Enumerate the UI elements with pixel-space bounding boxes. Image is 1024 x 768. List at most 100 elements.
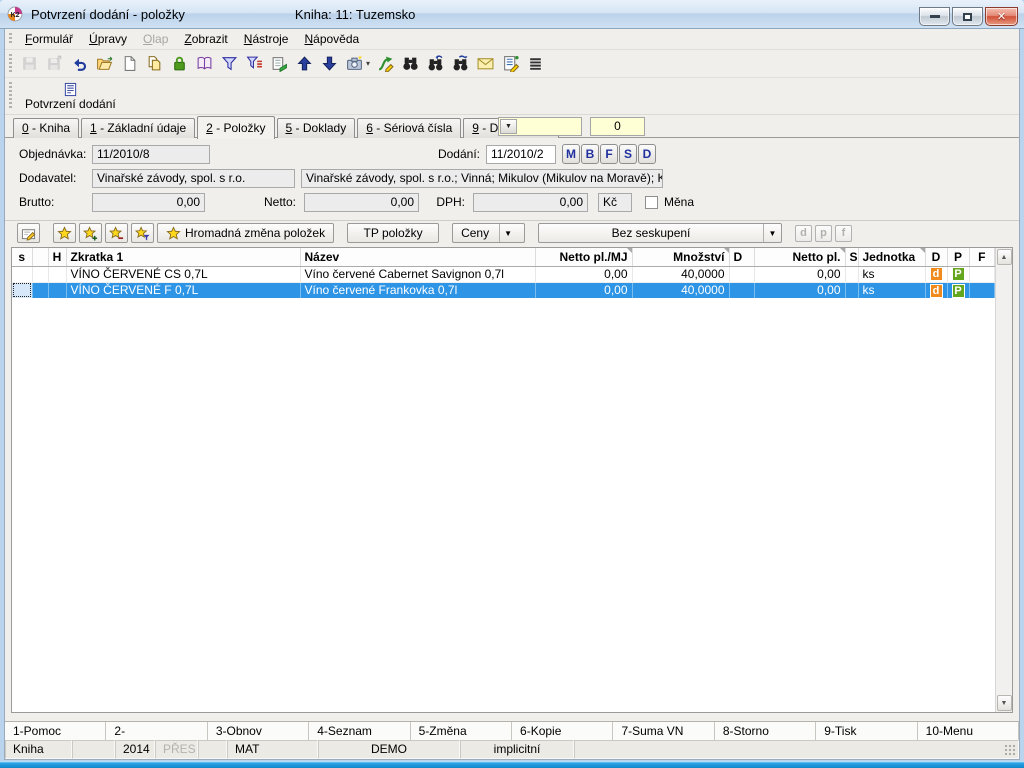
column-header-s[interactable]: s — [12, 248, 32, 266]
fnkey-5-zm-na[interactable]: 5-Změna — [411, 722, 512, 740]
cell-zkratka[interactable]: VÍNO ČERVENÉ CS 0,7L — [66, 266, 300, 282]
fnkey-2[interactable]: 2- — [106, 722, 207, 740]
cell-s2[interactable] — [845, 282, 858, 298]
mini-button-d[interactable]: d — [795, 225, 812, 242]
cell-nazev[interactable]: Víno červené Cabernet Savignon 0,7l — [300, 266, 535, 282]
mini-button-f[interactable]: f — [835, 225, 852, 242]
column-header-mno-stv[interactable]: Množství — [632, 248, 729, 266]
column-header-netto-pl-mj[interactable]: Netto pl./MJ — [535, 248, 632, 266]
menu-item-n-stroje[interactable]: Nástroje — [236, 30, 297, 48]
favorite-filter-button[interactable] — [131, 223, 154, 243]
edit-items-button[interactable] — [17, 223, 40, 243]
cell-nazev[interactable]: Víno červené Frankovka 0,7l — [300, 282, 535, 298]
flag-button-s[interactable]: S — [619, 144, 637, 164]
new-document-icon[interactable] — [117, 52, 141, 75]
fnkey-7-suma-vn[interactable]: 7-Suma VN — [613, 722, 714, 740]
close-button[interactable]: ✕ — [985, 7, 1018, 26]
fnkey-3-obnov[interactable]: 3-Obnov — [208, 722, 309, 740]
column-header-jednotka[interactable]: Jednotka — [858, 248, 925, 266]
cell-p[interactable]: P — [947, 282, 969, 298]
column-header-s[interactable]: S — [845, 248, 858, 266]
notes-icon[interactable] — [498, 52, 522, 75]
fnkey-6-kopie[interactable]: 6-Kopie — [512, 722, 613, 740]
resize-grip-icon[interactable] — [1005, 745, 1016, 756]
book-icon[interactable] — [192, 52, 216, 75]
minimize-button[interactable] — [919, 7, 950, 26]
counter-field[interactable]: 0 — [590, 117, 645, 136]
column-header-n-zev[interactable]: Název — [300, 248, 535, 266]
dph-field[interactable]: 0,00 — [473, 193, 588, 212]
cell-netto[interactable]: 0,00 — [754, 282, 845, 298]
menu-item-n-pov-da[interactable]: Nápověda — [296, 30, 367, 48]
tab-6-s-riov-sla[interactable]: 6 - Sériová čísla — [357, 118, 461, 138]
lock-icon[interactable] — [167, 52, 191, 75]
find-icon[interactable] — [398, 52, 422, 75]
menu-item-zobrazit[interactable]: Zobrazit — [176, 30, 235, 48]
cell-s2[interactable] — [845, 266, 858, 282]
flag-button-m[interactable]: M — [562, 144, 580, 164]
cell-f[interactable] — [969, 282, 995, 298]
cell-s[interactable] — [12, 266, 32, 282]
cell-p[interactable]: P — [947, 266, 969, 282]
cell-d1[interactable] — [729, 266, 754, 282]
flag-button-d[interactable]: D — [638, 144, 656, 164]
chevron-down-icon[interactable]: ▼ — [499, 224, 516, 242]
menu-list-icon[interactable] — [523, 52, 547, 75]
tab-5-doklady[interactable]: 5 - Doklady — [277, 118, 356, 138]
tp-polozky-button[interactable]: TP položky — [347, 223, 439, 243]
copy-icon[interactable] — [142, 52, 166, 75]
scroll-up-icon[interactable]: ▲ — [997, 249, 1012, 265]
reports-icon[interactable] — [267, 52, 291, 75]
arrow-down-icon[interactable] — [317, 52, 341, 75]
cell-zkratka[interactable]: VÍNO ČERVENÉ F 0,7L — [66, 282, 300, 298]
bulk-change-button[interactable]: Hromadná změna položek — [157, 223, 334, 243]
find-prev-icon[interactable] — [423, 52, 447, 75]
cell-mnozstvi[interactable]: 40,0000 — [632, 282, 729, 298]
cell-netto_mj[interactable]: 0,00 — [535, 282, 632, 298]
cell-sel[interactable] — [32, 282, 48, 298]
column-header-zkratka-1[interactable]: Zkratka 1 — [66, 248, 300, 266]
workflow-icon[interactable] — [373, 52, 397, 75]
filter-form-icon[interactable] — [242, 52, 266, 75]
cell-h[interactable] — [48, 282, 66, 298]
table-row[interactable]: VÍNO ČERVENÉ CS 0,7LVíno červené Caberne… — [12, 266, 995, 282]
fnkey-1-pomoc[interactable]: 1-Pomoc — [5, 722, 106, 740]
flag-button-b[interactable]: B — [581, 144, 599, 164]
fnkey-8-storno[interactable]: 8-Storno — [715, 722, 816, 740]
potvrzeni-dodani-button[interactable]: Potvrzení dodání — [17, 79, 124, 113]
arrow-up-icon[interactable] — [292, 52, 316, 75]
mail-icon[interactable] — [473, 52, 497, 75]
tab-1-z-kladn-daje[interactable]: 1 - Základní údaje — [81, 118, 195, 138]
column-header-x[interactable] — [32, 248, 48, 266]
cell-mnozstvi[interactable]: 40,0000 — [632, 266, 729, 282]
mini-button-p[interactable]: p — [815, 225, 832, 242]
objednavka-field[interactable]: 11/2010/8 — [92, 145, 210, 164]
cell-jednotka[interactable]: ks — [858, 282, 925, 298]
column-header-d[interactable]: D — [729, 248, 754, 266]
filter-icon[interactable] — [217, 52, 241, 75]
cell-jednotka[interactable]: ks — [858, 266, 925, 282]
dodavatel-field[interactable]: Vinařské závody, spol. s r.o. — [92, 169, 295, 188]
menu-item-pravy[interactable]: Úpravy — [81, 30, 135, 48]
cell-netto_mj[interactable]: 0,00 — [535, 266, 632, 282]
menu-item-formul[interactable]: Formulář — [17, 30, 81, 48]
column-header-p[interactable]: P — [947, 248, 969, 266]
vertical-scrollbar[interactable]: ▲ ▼ — [995, 248, 1012, 712]
mena-checkbox[interactable] — [645, 196, 658, 209]
currency-field[interactable]: Kč — [598, 193, 632, 212]
brutto-field[interactable]: 0,00 — [92, 193, 205, 212]
open-folder-icon[interactable] — [92, 52, 116, 75]
fnkey-4-seznam[interactable]: 4-Seznam — [309, 722, 410, 740]
favorite-remove-button[interactable] — [105, 223, 128, 243]
chevron-down-icon[interactable]: ▼ — [763, 224, 781, 242]
find-next-icon[interactable] — [448, 52, 472, 75]
cell-h[interactable] — [48, 266, 66, 282]
column-header-h[interactable]: H — [48, 248, 66, 266]
undo-icon[interactable] — [67, 52, 91, 75]
cell-s[interactable] — [12, 282, 32, 298]
dodavatel-detail-field[interactable]: Vinařské závody, spol. s r.o.; Vinná; Mi… — [301, 169, 663, 188]
netto-field[interactable]: 0,00 — [304, 193, 419, 212]
fnkey-10-menu[interactable]: 10-Menu — [918, 722, 1019, 740]
cell-d1[interactable] — [729, 282, 754, 298]
cell-d2[interactable]: d — [925, 266, 947, 282]
